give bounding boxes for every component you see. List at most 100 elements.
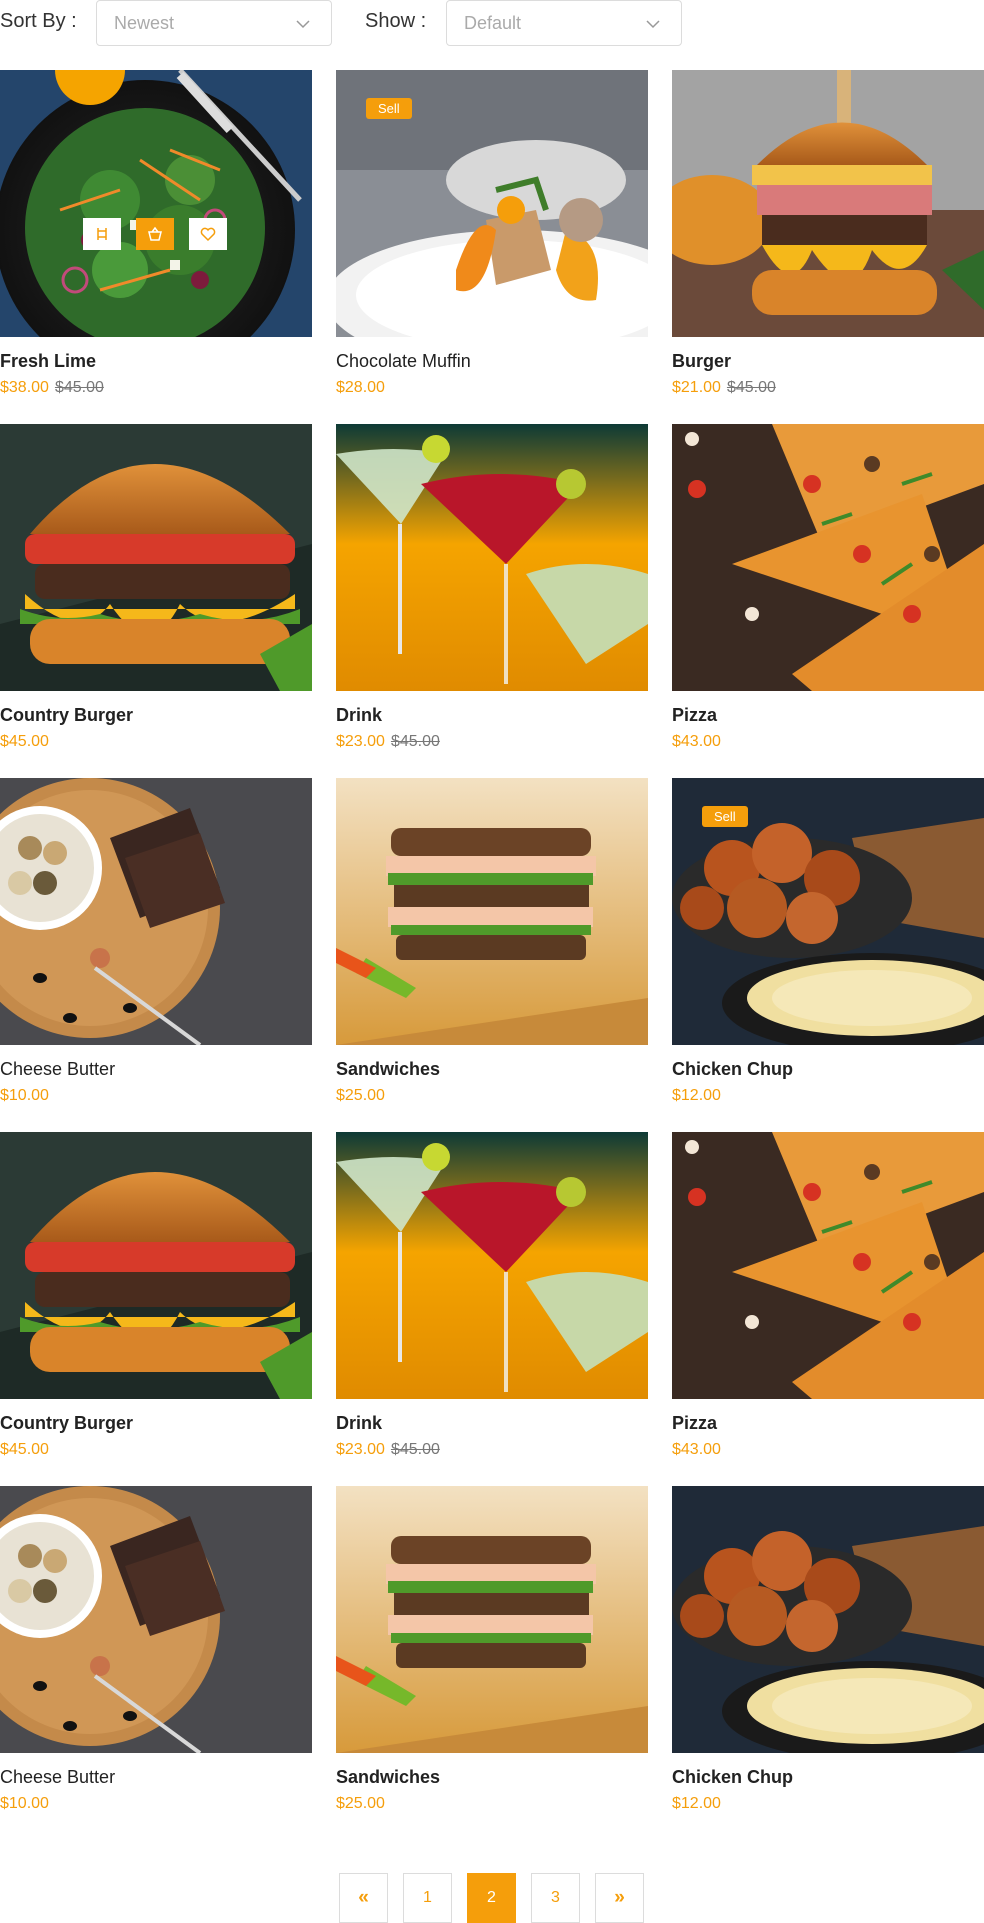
product-image[interactable] <box>336 778 648 1045</box>
product-image[interactable] <box>336 1486 648 1753</box>
product-card[interactable]: Sell Chocolate Muffin $28.00 <box>336 70 648 400</box>
product-card[interactable]: Cheese Butter $10.00 <box>0 778 312 1108</box>
product-card[interactable]: Fresh Lime $38.00 $45.00 <box>0 70 312 400</box>
country-burger-photo <box>0 1132 312 1399</box>
product-image[interactable] <box>0 70 312 337</box>
product-prices: $23.00 $45.00 <box>336 1441 440 1459</box>
page-button-3[interactable]: 3 <box>531 1873 580 1923</box>
show-select[interactable]: Default <box>446 0 682 46</box>
add-to-cart-button[interactable] <box>136 218 174 250</box>
product-name[interactable]: Fresh Lime <box>0 351 96 372</box>
sandwich-photo <box>336 1486 648 1753</box>
product-name[interactable]: Cheese Butter <box>0 1059 115 1080</box>
product-card[interactable]: Cheese Butter $10.00 <box>0 1486 312 1816</box>
burger-photo <box>672 70 984 337</box>
product-image[interactable]: Sell <box>672 778 984 1045</box>
next-page-button[interactable]: » <box>595 1873 644 1923</box>
product-price: $10.00 <box>0 1087 49 1104</box>
product-image[interactable] <box>0 1132 312 1399</box>
product-price: $45.00 <box>0 733 49 750</box>
product-name[interactable]: Chicken Chup <box>672 1767 793 1788</box>
wishlist-button[interactable] <box>189 218 227 250</box>
sort-select-value: Newest <box>114 13 175 33</box>
product-prices: $25.00 <box>336 1795 385 1813</box>
prev-page-button[interactable]: « <box>339 1873 388 1923</box>
product-name[interactable]: Pizza <box>672 1413 717 1434</box>
product-name[interactable]: Cheese Butter <box>0 1767 115 1788</box>
product-name[interactable]: Chicken Chup <box>672 1059 793 1080</box>
fried-chicken-photo <box>672 1486 984 1753</box>
product-card[interactable]: Pizza $43.00 <box>672 424 984 754</box>
product-name[interactable]: Drink <box>336 705 382 726</box>
product-prices: $25.00 <box>336 1087 385 1105</box>
page-button-2[interactable]: 2 <box>467 1873 516 1923</box>
product-image[interactable] <box>0 1486 312 1753</box>
product-card[interactable]: Sandwiches $25.00 <box>336 1486 648 1816</box>
sale-badge: Sell <box>366 98 412 119</box>
product-card[interactable]: Pizza $43.00 <box>672 1132 984 1462</box>
product-image[interactable] <box>0 424 312 691</box>
heart-icon <box>200 227 216 242</box>
product-prices: $45.00 <box>0 733 49 751</box>
product-card[interactable]: Country Burger $45.00 <box>0 424 312 754</box>
product-card[interactable]: Country Burger $45.00 <box>0 1132 312 1462</box>
product-prices: $43.00 <box>672 733 721 751</box>
product-old-price: $45.00 <box>726 379 776 396</box>
product-image[interactable] <box>672 70 984 337</box>
product-prices: $10.00 <box>0 1087 49 1105</box>
product-card[interactable]: Drink $23.00 $45.00 <box>336 1132 648 1462</box>
country-burger-photo <box>0 424 312 691</box>
product-price: $23.00 <box>336 733 385 750</box>
product-image[interactable] <box>672 424 984 691</box>
cart-icon <box>148 226 162 241</box>
product-name[interactable]: Country Burger <box>0 705 133 726</box>
product-name[interactable]: Country Burger <box>0 1413 133 1434</box>
product-name[interactable]: Burger <box>672 351 731 372</box>
chevron-down-icon <box>296 20 310 29</box>
product-price: $25.00 <box>336 1795 385 1812</box>
product-card[interactable]: Sell Chicken Chup $12.00 <box>672 778 984 1108</box>
compare-icon <box>97 228 107 240</box>
product-price: $25.00 <box>336 1087 385 1104</box>
product-price: $43.00 <box>672 1441 721 1458</box>
page-button-1[interactable]: 1 <box>403 1873 452 1923</box>
pizza-photo <box>672 1132 984 1399</box>
product-price: $12.00 <box>672 1087 721 1104</box>
product-prices: $38.00 $45.00 <box>0 379 104 397</box>
product-image[interactable] <box>672 1486 984 1753</box>
cocktail-photo <box>336 1132 648 1399</box>
product-price: $21.00 <box>672 379 721 396</box>
product-name[interactable]: Sandwiches <box>336 1059 440 1080</box>
product-name[interactable]: Pizza <box>672 705 717 726</box>
product-name[interactable]: Sandwiches <box>336 1767 440 1788</box>
product-card[interactable]: Chicken Chup $12.00 <box>672 1486 984 1816</box>
product-price: $43.00 <box>672 733 721 750</box>
pizza-photo <box>672 424 984 691</box>
product-price: $45.00 <box>0 1441 49 1458</box>
toolbar: Sort By : Newest Show : Default <box>0 0 984 46</box>
sale-badge: Sell <box>702 806 748 827</box>
product-prices: $12.00 <box>672 1087 721 1105</box>
product-name[interactable]: Drink <box>336 1413 382 1434</box>
product-prices: $28.00 <box>336 379 385 397</box>
sort-select[interactable]: Newest <box>96 0 332 46</box>
product-name[interactable]: Chocolate Muffin <box>336 351 471 372</box>
product-image[interactable] <box>336 424 648 691</box>
cheese-balls-photo <box>0 778 312 1045</box>
product-prices: $12.00 <box>672 1795 721 1813</box>
salad-photo <box>0 70 312 337</box>
product-card[interactable]: Drink $23.00 $45.00 <box>336 424 648 754</box>
cocktail-photo <box>336 424 648 691</box>
product-price: $23.00 <box>336 1441 385 1458</box>
product-card[interactable]: Burger $21.00 $45.00 <box>672 70 984 400</box>
product-image[interactable] <box>336 1132 648 1399</box>
product-image[interactable] <box>0 778 312 1045</box>
product-image[interactable]: Sell <box>336 70 648 337</box>
product-card[interactable]: Sandwiches $25.00 <box>336 778 648 1108</box>
show-label: Show : <box>365 10 427 32</box>
product-old-price: $45.00 <box>390 1441 440 1458</box>
compare-button[interactable] <box>83 218 121 250</box>
product-price: $28.00 <box>336 379 385 396</box>
product-old-price: $45.00 <box>54 379 104 396</box>
product-image[interactable] <box>672 1132 984 1399</box>
